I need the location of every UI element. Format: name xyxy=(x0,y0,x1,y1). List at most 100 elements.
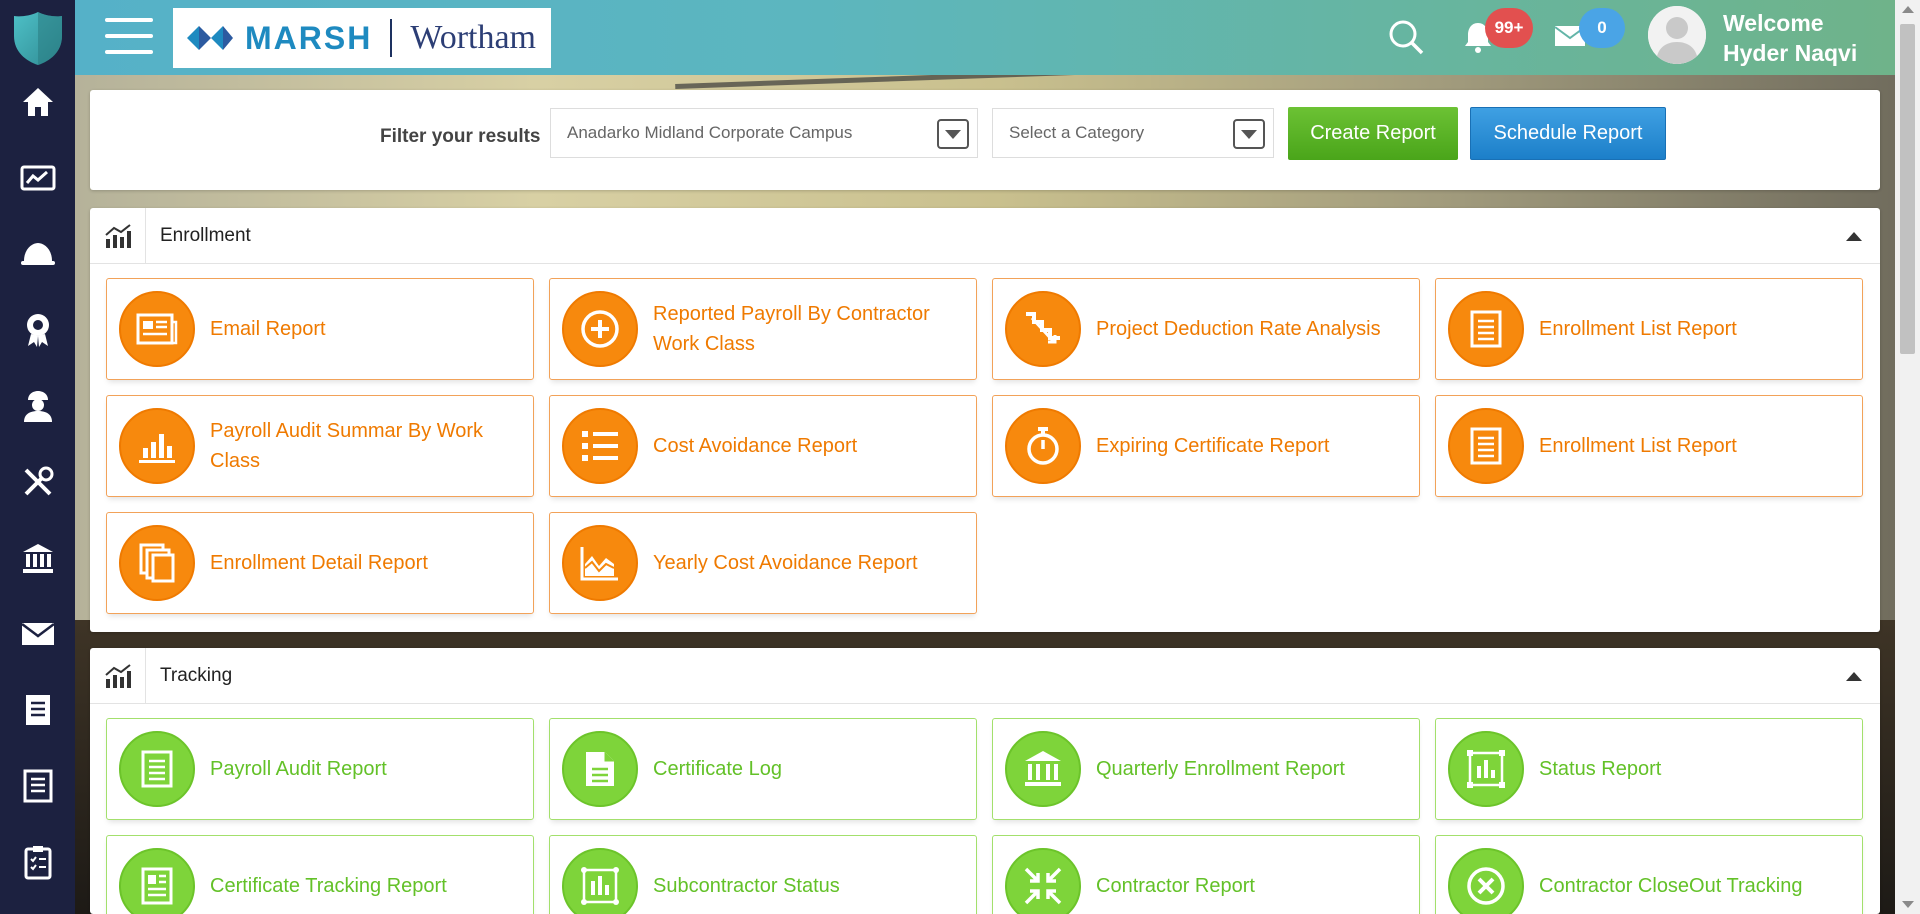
document-list-icon xyxy=(1448,408,1524,484)
report-card-label: Cost Avoidance Report xyxy=(653,435,858,457)
user-avatar[interactable] xyxy=(1648,6,1706,64)
report-card-enrollment-detail[interactable]: Enrollment Detail Report xyxy=(106,512,534,614)
stairs-down-icon xyxy=(1005,291,1081,367)
user-name: Hyder Naqvi xyxy=(1723,40,1858,66)
clipboard-icon xyxy=(24,846,51,880)
collapse-up-icon[interactable] xyxy=(1846,672,1862,681)
report-card-yearly-cost-avoidance[interactable]: Yearly Cost Avoidance Report xyxy=(549,512,977,614)
report-card-label: Enrollment List Report xyxy=(1539,435,1737,457)
report-card-email-report[interactable]: Email Report xyxy=(106,278,534,380)
scroll-down-icon[interactable] xyxy=(1902,901,1914,908)
file-text-icon xyxy=(562,731,638,807)
area-chart-icon xyxy=(562,525,638,601)
close-circle-icon xyxy=(1448,848,1524,914)
report-card-label: Reported Payroll By Contractor Work Clas… xyxy=(653,303,930,355)
tracking-title: Tracking xyxy=(160,664,233,686)
report-card-label: Certificate Tracking Report xyxy=(210,875,447,897)
bank-icon xyxy=(1005,731,1081,807)
filter-panel: Filter your results Anadarko Midland Cor… xyxy=(90,90,1880,190)
report-card-contractor-closeout[interactable]: Contractor CloseOut Tracking xyxy=(1435,835,1863,914)
report-card-quarterly-enrollment[interactable]: Quarterly Enrollment Report xyxy=(992,718,1420,820)
analytics-icon xyxy=(90,207,146,264)
mail-icon xyxy=(20,623,55,645)
report-card-label: Email Report xyxy=(210,318,326,340)
worker-icon xyxy=(23,391,52,422)
list-icon xyxy=(562,408,638,484)
plus-circle-icon xyxy=(562,291,638,367)
sidebar-item-mail[interactable] xyxy=(18,614,58,654)
report-card-enrollment-list[interactable]: Enrollment List Report xyxy=(1435,278,1863,380)
report-card-label: Contractor CloseOut Tracking xyxy=(1539,875,1803,897)
messages-badge[interactable]: 0 xyxy=(1579,8,1625,48)
sidebar-item-bank[interactable] xyxy=(18,538,58,578)
report-card-certificate-tracking[interactable]: Certificate Tracking Report xyxy=(106,835,534,914)
sidebar xyxy=(0,0,75,914)
brand-marsh: MARSH xyxy=(245,19,373,56)
report-card-label: Enrollment List Report xyxy=(1539,318,1737,340)
collapse-up-icon[interactable] xyxy=(1846,232,1862,241)
sidebar-item-clipboard[interactable] xyxy=(18,842,58,882)
document-list-icon xyxy=(119,731,195,807)
report-card-cost-avoidance[interactable]: Cost Avoidance Report xyxy=(549,395,977,497)
category-select[interactable]: Select a Category xyxy=(992,108,1274,158)
sidebar-item-home[interactable] xyxy=(18,82,58,122)
report-card-label: Payroll Audit Summar By Work Class xyxy=(210,420,484,472)
welcome-text[interactable]: Welcome Hyder Naqvi xyxy=(1723,8,1857,68)
project-select-value: Anadarko Midland Corporate Campus xyxy=(567,123,853,142)
document-icon xyxy=(25,695,50,725)
report-card-expiring-certificate[interactable]: Expiring Certificate Report xyxy=(992,395,1420,497)
dashboard-icon xyxy=(20,165,55,191)
brand-wortham: Wortham xyxy=(410,19,537,56)
report-card-certificate-log[interactable]: Certificate Log xyxy=(549,718,977,820)
sidebar-item-awards[interactable] xyxy=(18,310,58,350)
sidebar-item-workers[interactable] xyxy=(18,386,58,426)
bar-chart-icon xyxy=(119,408,195,484)
notifications-badge[interactable]: 99+ xyxy=(1485,8,1533,48)
stopwatch-icon xyxy=(1005,408,1081,484)
sidebar-item-safety[interactable] xyxy=(18,234,58,274)
bank-icon xyxy=(22,544,53,573)
report-card-label: Enrollment Detail Report xyxy=(210,552,428,574)
tracking-header[interactable]: Tracking xyxy=(90,647,1880,704)
report-card-enrollment-list-2[interactable]: Enrollment List Report xyxy=(1435,395,1863,497)
menu-toggle-button[interactable] xyxy=(105,18,153,54)
create-report-button[interactable]: Create Report xyxy=(1288,107,1458,160)
report-card-payroll-audit-summary[interactable]: Payroll Audit Summar By Work Class xyxy=(106,395,534,497)
report-card-status-report[interactable]: Status Report xyxy=(1435,718,1863,820)
chevron-down-icon[interactable] xyxy=(1233,119,1265,149)
page-scrollbar[interactable] xyxy=(1895,0,1920,914)
report-card-label: Payroll Audit Report xyxy=(210,758,387,780)
newspaper-icon xyxy=(119,291,195,367)
award-icon xyxy=(26,314,49,347)
enrollment-panel: Enrollment Email Report Reported Payroll… xyxy=(90,207,1880,632)
welcome-label: Welcome xyxy=(1723,10,1824,36)
shield-logo-icon[interactable] xyxy=(12,10,64,66)
report-card-payroll-audit[interactable]: Payroll Audit Report xyxy=(106,718,534,820)
sidebar-item-news[interactable] xyxy=(18,766,58,806)
report-card-contractor-report[interactable]: Contractor Report xyxy=(992,835,1420,914)
tools-icon xyxy=(24,466,53,496)
schedule-report-button[interactable]: Schedule Report xyxy=(1470,107,1666,160)
report-card-label: Status Report xyxy=(1539,758,1662,780)
chart-frame-icon xyxy=(562,848,638,914)
report-card-subcontractor-status[interactable]: Subcontractor Status xyxy=(549,835,977,914)
brand-logo[interactable]: MARSH Wortham xyxy=(173,8,551,68)
sidebar-item-dashboard[interactable] xyxy=(18,158,58,198)
analytics-icon xyxy=(90,647,146,704)
chevron-down-icon[interactable] xyxy=(937,119,969,149)
report-card-label: Contractor Report xyxy=(1096,875,1255,897)
document-list-icon xyxy=(1448,291,1524,367)
id-document-icon xyxy=(119,848,195,914)
report-card-deduction-rate[interactable]: Project Deduction Rate Analysis xyxy=(992,278,1420,380)
enrollment-header[interactable]: Enrollment xyxy=(90,207,1880,264)
report-card-reported-payroll[interactable]: Reported Payroll By Contractor Work Clas… xyxy=(549,278,977,380)
search-icon[interactable] xyxy=(1387,18,1425,56)
compress-icon xyxy=(1005,848,1081,914)
sidebar-item-documents[interactable] xyxy=(18,690,58,730)
scroll-up-icon[interactable] xyxy=(1902,6,1914,13)
report-card-label: Quarterly Enrollment Report xyxy=(1096,758,1345,780)
marsh-logo-icon xyxy=(187,26,233,50)
scroll-thumb[interactable] xyxy=(1900,24,1915,354)
project-select[interactable]: Anadarko Midland Corporate Campus xyxy=(550,108,978,158)
sidebar-item-tools[interactable] xyxy=(18,462,58,502)
